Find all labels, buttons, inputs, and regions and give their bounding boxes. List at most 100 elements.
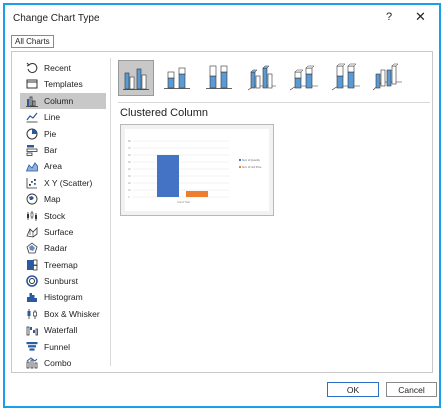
sidebar-item-label: Waterfall xyxy=(44,325,78,336)
svg-text:20: 20 xyxy=(128,182,131,185)
box-whisker-chart-icon xyxy=(27,308,37,319)
sidebar-item-area[interactable]: Area xyxy=(20,158,106,174)
100-stacked-column-icon xyxy=(206,65,232,89)
radar-chart-icon xyxy=(26,242,38,254)
sidebar-item-label: Funnel xyxy=(44,341,70,352)
svg-text:Grand Total: Grand Total xyxy=(177,201,190,204)
stacked-column-icon xyxy=(164,67,190,89)
sidebar-item-box-whisker[interactable]: Box & Whisker xyxy=(20,306,106,322)
chart-preview[interactable]: 80 70 60 50 40 30 20 10 0 Grand Total Sum of Q… xyxy=(120,124,274,216)
sidebar-item-treemap[interactable]: Treemap xyxy=(20,257,106,273)
clustered-column-icon xyxy=(123,68,149,90)
column-chart-icon xyxy=(26,96,38,107)
sidebar-item-stock[interactable]: Stock xyxy=(20,208,106,224)
subtype-clustered-column[interactable] xyxy=(118,60,154,96)
sidebar-item-label: Line xyxy=(44,112,61,123)
sidebar-item-label: X Y (Scatter) xyxy=(44,177,93,188)
sidebar-item-templates[interactable]: Templates xyxy=(20,76,106,92)
sidebar-item-label: Treemap xyxy=(44,259,78,270)
help-button[interactable]: ? xyxy=(386,11,392,23)
sidebar-item-label: Histogram xyxy=(44,292,83,303)
line-chart-icon xyxy=(26,112,38,123)
legend-label-quantity: Sum of Quantity xyxy=(242,159,261,162)
treemap-chart-icon xyxy=(27,259,38,271)
recent-icon xyxy=(26,62,38,73)
subtype-3d-clustered-column[interactable] xyxy=(244,60,280,96)
sidebar-item-label: Recent xyxy=(44,63,71,73)
svg-text:40: 40 xyxy=(128,168,131,171)
sidebar-item-label: Templates xyxy=(44,79,83,90)
sidebar-item-map[interactable]: Map xyxy=(20,191,106,207)
funnel-chart-icon xyxy=(26,341,38,351)
subtype-3d-column[interactable] xyxy=(370,60,406,96)
svg-text:50: 50 xyxy=(128,161,131,164)
histogram-chart-icon xyxy=(27,293,37,303)
scatter-chart-icon xyxy=(26,177,37,189)
sidebar-item-histogram[interactable]: Histogram xyxy=(20,289,106,305)
subtype-3d-stacked-column[interactable] xyxy=(286,60,322,96)
subtype-3d-100-stacked-column[interactable] xyxy=(328,60,364,96)
tab-strip: All Charts xyxy=(11,35,54,48)
pie-chart-icon xyxy=(26,128,38,140)
sidebar-item-combo[interactable]: Combo xyxy=(20,355,106,371)
combo-chart-icon xyxy=(26,357,38,369)
sidebar-item-pie[interactable]: Pie xyxy=(20,126,106,142)
sidebar-item-label: Stock xyxy=(44,210,66,221)
surface-chart-icon xyxy=(26,226,38,238)
svg-text:60: 60 xyxy=(128,154,131,157)
sunburst-chart-icon xyxy=(26,275,38,287)
sidebar-item-label: Combo xyxy=(44,358,72,369)
sidebar-item-sunburst[interactable]: Sunburst xyxy=(20,273,106,289)
svg-text:10: 10 xyxy=(128,189,131,192)
close-button[interactable]: ✕ xyxy=(415,9,426,25)
sidebar-item-surface[interactable]: Surface xyxy=(20,224,106,240)
map-chart-icon xyxy=(26,193,38,205)
sidebar-item-recent[interactable]: Recent xyxy=(20,60,106,76)
panel-divider xyxy=(110,58,111,366)
sidebar-item-label: Area xyxy=(44,161,62,172)
sidebar-item-waterfall[interactable]: Waterfall xyxy=(20,322,106,338)
ok-button[interactable]: OK xyxy=(327,382,379,397)
sidebar-item-label: Sunburst xyxy=(44,276,79,287)
dialog-title: Change Chart Type xyxy=(13,13,100,24)
svg-text:70: 70 xyxy=(128,147,131,150)
preview-chart: 80 70 60 50 40 30 20 10 0 Grand Total Sum of Q… xyxy=(128,140,262,204)
title-bar: Change Chart Type ? ✕ xyxy=(5,5,439,31)
sidebar-item-bar[interactable]: Bar xyxy=(20,142,106,158)
chart-preview-canvas: 80 70 60 50 40 30 20 10 0 Grand Total Sum of Q… xyxy=(125,129,269,211)
sidebar-item-label: Box & Whisker xyxy=(44,308,100,319)
3d-stacked-column-icon xyxy=(289,65,318,91)
sidebar-item-label: Surface xyxy=(44,226,74,237)
gallery-separator xyxy=(118,102,430,103)
sidebar-item-column[interactable]: Column xyxy=(20,92,106,110)
legend-swatch-unit-price xyxy=(239,166,241,168)
templates-icon xyxy=(26,79,38,89)
sidebar-item-label: Bar xyxy=(44,144,58,155)
change-chart-type-dialog: Change Chart Type ? ✕ All Charts Recent xyxy=(3,3,441,408)
sidebar-item-funnel[interactable]: Funnel xyxy=(20,339,106,355)
svg-text:0: 0 xyxy=(128,196,130,199)
chart-type-panel: Recent Templates Column Line Pie Bar Are… xyxy=(11,51,433,373)
svg-text:30: 30 xyxy=(128,175,131,178)
sidebar-item-label: Pie xyxy=(44,128,57,139)
3d-clustered-column-icon xyxy=(247,65,276,91)
cancel-button[interactable]: Cancel xyxy=(386,382,437,397)
area-chart-icon xyxy=(26,162,38,172)
sidebar-item-scatter[interactable]: X Y (Scatter) xyxy=(20,175,106,191)
waterfall-chart-icon xyxy=(26,326,38,336)
tab-all-charts[interactable]: All Charts xyxy=(11,35,54,48)
3d-100-stacked-column-icon xyxy=(331,63,360,91)
svg-text:80: 80 xyxy=(128,140,131,143)
legend-label-unit-price: Sum of Unit Price xyxy=(242,166,262,169)
sidebar-item-label: Radar xyxy=(44,243,68,254)
subtype-100-stacked-column[interactable] xyxy=(202,60,238,96)
chart-type-list: Recent Templates Column Line Pie Bar Are… xyxy=(20,60,106,371)
subtype-stacked-column[interactable] xyxy=(160,60,196,96)
sidebar-item-radar[interactable]: Radar xyxy=(20,240,106,256)
sidebar-item-label: Map xyxy=(44,194,61,205)
bar-chart-icon xyxy=(26,144,38,156)
sidebar-item-line[interactable]: Line xyxy=(20,109,106,125)
3d-column-icon xyxy=(372,63,402,91)
preview-bar-quantity xyxy=(157,155,179,197)
stock-chart-icon xyxy=(27,210,37,221)
